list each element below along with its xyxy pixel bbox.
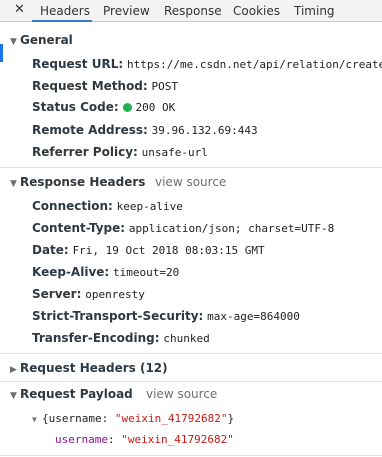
selection-marker [0,44,3,62]
response-row-hsts: Strict-Transport-Security: max-age=86400… [32,309,300,323]
general-row-referrer: Referrer Policy: unsafe-url [32,145,208,159]
header-key: Date: [32,243,69,257]
header-value: timeout=20 [113,266,180,279]
triangle-down-icon: ▼ [10,179,17,189]
header-key: Status Code: [32,100,119,114]
tab-timing[interactable]: Timing [294,4,335,18]
general-row-remote-address: Remote Address: 39.96.132.69:443 [32,123,258,137]
active-tab-indicator [32,20,92,22]
divider [0,455,382,456]
triangle-down-icon: ▼ [10,37,17,47]
triangle-down-icon: ▼ [32,415,37,424]
view-source-link[interactable]: view source [155,175,226,189]
triangle-down-icon: ▼ [10,391,17,401]
header-value: unsafe-url [141,146,208,159]
header-key: Request Method: [32,79,148,93]
general-row-status: Status Code: 200 OK [32,100,175,114]
section-title: General [20,33,73,47]
section-title: Request Headers (12) [20,361,168,375]
response-row-transfer-encoding: Transfer-Encoding: chunked [32,331,210,345]
header-value: openresty [85,288,145,301]
header-value: 200 OK [135,101,176,114]
header-key: Transfer-Encoding: [32,331,160,345]
header-value: 39.96.132.69:443 [151,124,258,137]
header-key: Content-Type: [32,221,126,235]
response-row-date: Date: Fri, 19 Oct 2018 08:03:15 GMT [32,243,265,257]
header-value: keep-alive [116,200,183,213]
header-key: Remote Address: [32,123,148,137]
devtools-tabbar: ✕ Headers Preview Response Cookies Timin… [0,0,382,22]
header-value: POST [151,80,179,93]
tab-preview[interactable]: Preview [103,4,150,18]
section-general-header[interactable]: ▼ General [10,33,73,47]
header-key: Referrer Policy: [32,145,138,159]
section-request-payload-header[interactable]: ▼ Request Payload [10,387,133,401]
header-key: Connection: [32,199,113,213]
json-open: {username: [42,412,115,425]
green-dot-icon [123,103,133,112]
general-row-method: Request Method: POST [32,79,178,93]
response-row-content-type: Content-Type: application/json; charset=… [32,221,334,235]
section-title: Response Headers [20,175,146,189]
view-source-link[interactable]: view source [146,387,217,401]
triangle-right-icon: ▶ [10,365,17,375]
tab-cookies[interactable]: Cookies [233,4,280,18]
header-value: max-age=864000 [207,310,300,323]
close-icon[interactable]: ✕ [14,2,25,17]
divider [0,167,382,168]
json-separator: : [107,433,122,446]
header-key: Server: [32,287,82,301]
json-string-value: "weixin_41792682" [121,433,234,446]
section-request-headers-header[interactable]: ▶ Request Headers (12) [10,361,168,375]
json-string-value: "weixin_41792682" [114,412,228,425]
divider [0,381,382,382]
tab-response[interactable]: Response [164,4,222,18]
section-title: Request Payload [20,387,133,401]
tab-headers[interactable]: Headers [40,4,90,18]
payload-field-username: username: "weixin_41792682" [55,433,234,446]
header-key: Request URL: [32,57,124,71]
response-row-keep-alive: Keep-Alive: timeout=20 [32,265,179,279]
header-value: https://me.csdn.net/api/relation/create [126,58,382,71]
json-close: } [227,412,235,425]
section-response-headers-header[interactable]: ▼ Response Headers [10,175,145,189]
divider [0,353,382,354]
header-value: chunked [163,332,210,345]
payload-object-summary[interactable]: ▼ {username: "weixin_41792682"} [32,412,234,425]
general-row-url: Request URL: https://me.csdn.net/api/rel… [32,57,382,71]
json-key: username [55,433,108,446]
header-value: Fri, 19 Oct 2018 08:03:15 GMT [72,244,265,257]
response-row-connection: Connection: keep-alive [32,199,183,213]
header-key: Keep-Alive: [32,265,110,279]
header-key: Strict-Transport-Security: [32,309,204,323]
header-value: application/json; charset=UTF-8 [128,222,335,235]
response-row-server: Server: openresty [32,287,145,301]
